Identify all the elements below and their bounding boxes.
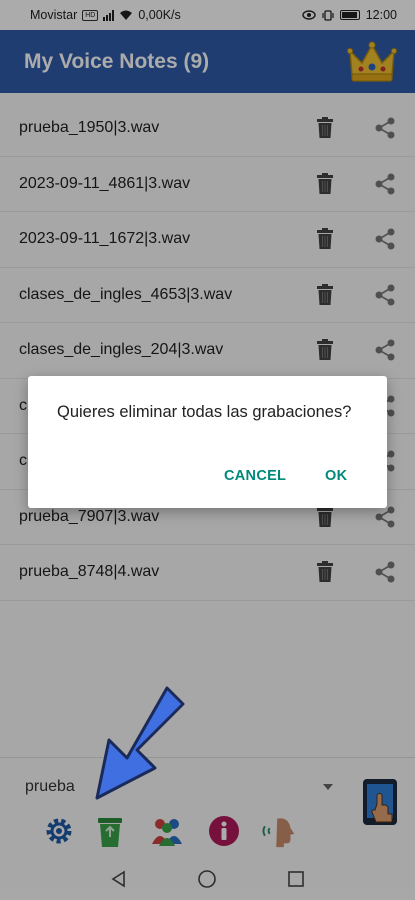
confirm-dialog: Quieres eliminar todas las grabaciones? … — [28, 376, 387, 508]
ok-button[interactable]: OK — [325, 468, 347, 484]
pointer-arrow-icon — [95, 686, 185, 800]
cancel-button[interactable]: CANCEL — [224, 468, 286, 484]
dialog-message: Quieres eliminar todas las grabaciones? — [57, 403, 352, 421]
